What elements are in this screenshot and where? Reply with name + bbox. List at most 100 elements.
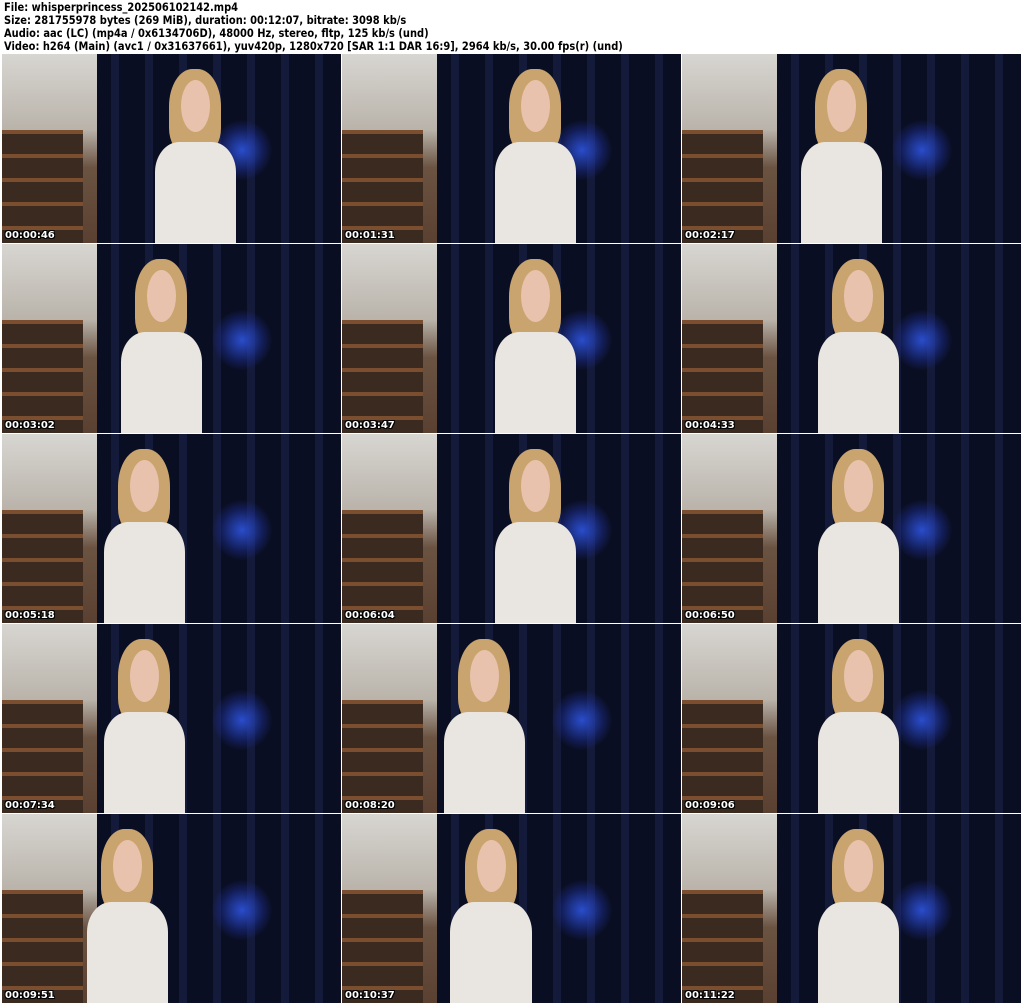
shelf [682, 129, 764, 243]
timestamp-label: 00:09:51 [5, 990, 55, 1001]
shelf [342, 509, 424, 623]
lamp-glow [212, 310, 273, 371]
video-thumbnail: 00:00:46 [2, 54, 341, 243]
shelf [682, 319, 764, 433]
person [494, 259, 576, 433]
video-thumbnail: 00:06:50 [682, 434, 1021, 623]
lamp-glow [212, 690, 273, 751]
shirt [154, 142, 236, 243]
shelf [682, 699, 764, 813]
face [129, 459, 159, 512]
thumbnail-grid: 00:00:46 00:01:31 00:02:17 00:03:02 00:03:47… [2, 54, 1021, 1003]
video-thumbnail: 00:11:22 [682, 814, 1021, 1003]
timestamp-label: 00:03:02 [5, 420, 55, 431]
shelf [2, 509, 84, 623]
shirt [494, 142, 576, 243]
shelf [682, 509, 764, 623]
video-thumbnail: 00:09:51 [2, 814, 341, 1003]
shelf [2, 889, 84, 1003]
shelf [2, 319, 84, 433]
person [800, 69, 882, 243]
video-thumbnail: 00:09:06 [682, 624, 1021, 813]
person [103, 639, 186, 813]
lamp-glow [552, 690, 613, 751]
face [843, 269, 873, 322]
lamp-glow [892, 120, 953, 181]
lamp-glow [212, 880, 273, 941]
lamp-glow [212, 500, 273, 561]
face [129, 649, 159, 702]
video-thumbnail: 00:07:34 [2, 624, 341, 813]
shirt [103, 712, 186, 813]
face [112, 839, 143, 892]
timestamp-label: 00:06:04 [345, 610, 395, 621]
lamp-glow [892, 500, 953, 561]
face [843, 649, 873, 702]
video-thumbnail: 00:05:18 [2, 434, 341, 623]
timestamp-label: 00:07:34 [5, 800, 55, 811]
lamp-glow [892, 310, 953, 371]
face [476, 839, 506, 892]
timestamp-label: 00:08:20 [345, 800, 395, 811]
shirt [443, 712, 526, 813]
face [843, 459, 873, 512]
shirt [494, 332, 576, 433]
face [520, 79, 550, 132]
video-thumbnail: 00:10:37 [342, 814, 681, 1003]
face [180, 79, 210, 132]
shelf [342, 129, 424, 243]
lamp-glow [552, 880, 613, 941]
lamp-glow [892, 880, 953, 941]
shirt [817, 902, 899, 1003]
shelf [2, 699, 84, 813]
shirt [817, 332, 899, 433]
video-thumbnail: 00:03:02 [2, 244, 341, 433]
person [443, 639, 526, 813]
shirt [800, 142, 882, 243]
face [469, 649, 499, 702]
person [450, 829, 532, 1003]
person [154, 69, 236, 243]
shirt [103, 522, 186, 623]
person [103, 449, 186, 623]
timestamp-label: 00:09:06 [685, 800, 735, 811]
video-thumbnail: 00:06:04 [342, 434, 681, 623]
video-thumbnail: 00:02:17 [682, 54, 1021, 243]
shelf [342, 699, 424, 813]
face [520, 459, 550, 512]
shirt [817, 522, 899, 623]
shelf [2, 129, 84, 243]
video-thumbnail: 00:08:20 [342, 624, 681, 813]
video-thumbnail: 00:03:47 [342, 244, 681, 433]
face [520, 269, 550, 322]
shirt [494, 522, 576, 623]
timestamp-label: 00:10:37 [345, 990, 395, 1001]
timestamp-label: 00:11:22 [685, 990, 735, 1001]
timestamp-label: 00:02:17 [685, 230, 735, 241]
person [817, 639, 899, 813]
person [494, 69, 576, 243]
timestamp-label: 00:05:18 [5, 610, 55, 621]
shirt [86, 902, 169, 1003]
person [120, 259, 202, 433]
timestamp-label: 00:06:50 [685, 610, 735, 621]
timestamp-label: 00:03:47 [345, 420, 395, 431]
shirt [450, 902, 532, 1003]
video-thumbnail: 00:01:31 [342, 54, 681, 243]
video-info: Video: h264 (Main) (avc1 / 0x31637661), … [4, 39, 623, 53]
face [843, 839, 873, 892]
video-thumbnail: 00:04:33 [682, 244, 1021, 433]
shelf [342, 889, 424, 1003]
shelf [342, 319, 424, 433]
person [494, 449, 576, 623]
timestamp-label: 00:00:46 [5, 230, 55, 241]
shirt [817, 712, 899, 813]
person [86, 829, 169, 1003]
timestamp-label: 00:01:31 [345, 230, 395, 241]
file-info-header: File: whisperprincess_202506102142.mp4 S… [4, 1, 623, 53]
shelf [682, 889, 764, 1003]
timestamp-label: 00:04:33 [685, 420, 735, 431]
face [826, 79, 856, 132]
person [817, 829, 899, 1003]
lamp-glow [892, 690, 953, 751]
